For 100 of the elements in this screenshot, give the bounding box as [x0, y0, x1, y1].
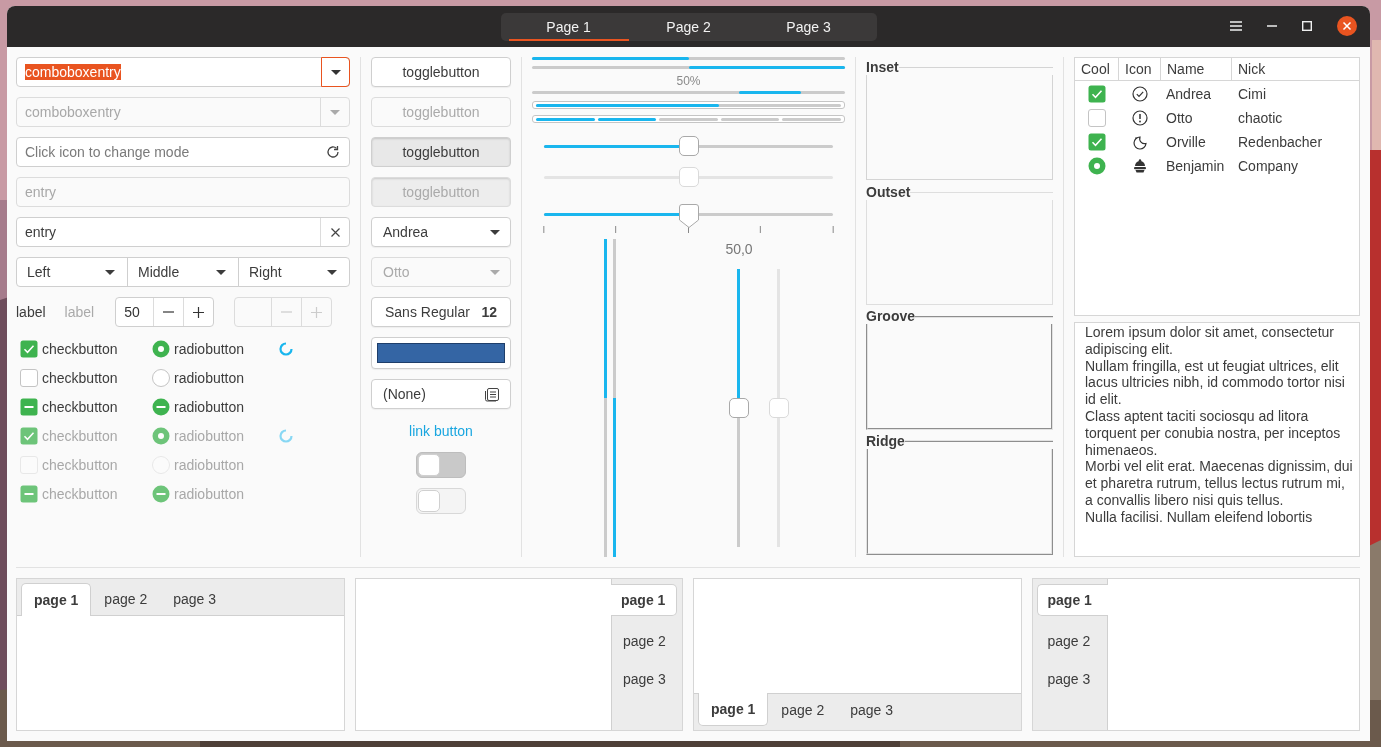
tab[interactable]: page 3 [837, 694, 906, 726]
tab[interactable]: page 1 [698, 693, 769, 726]
text-entry[interactable]: entry [16, 217, 350, 247]
checkbox[interactable] [1088, 85, 1106, 103]
slider[interactable] [544, 136, 833, 156]
minus-icon [162, 311, 174, 313]
font-button[interactable]: Sans Regular 12 [371, 297, 511, 327]
dropdown[interactable]: Middle [127, 257, 239, 287]
tab[interactable]: page 2 [1036, 622, 1107, 660]
tab[interactable]: page 3 [612, 660, 677, 698]
table-cell-text: Orville [1165, 134, 1207, 150]
radio-label: radiobutton [174, 340, 245, 357]
tab[interactable]: page 1 [21, 583, 92, 616]
slider-handle[interactable] [678, 136, 699, 156]
slider[interactable] [769, 268, 789, 547]
dome-icon [1132, 158, 1148, 174]
tab[interactable]: page 1 [611, 584, 677, 616]
radio-label: radiobutton [174, 369, 245, 386]
checkbox[interactable] [20, 368, 38, 387]
tab[interactable]: page 1 [1036, 584, 1108, 616]
radio-button[interactable] [1088, 157, 1106, 175]
tab[interactable]: page 2 [768, 694, 838, 726]
checkbox-label: checkbutton [42, 369, 118, 386]
radio-label: radiobutton [174, 485, 245, 502]
caret-icon [490, 269, 500, 275]
toggle-button[interactable]: togglebutton [371, 137, 511, 167]
column-header[interactable]: Name [1161, 58, 1232, 80]
menu-icon[interactable] [1230, 21, 1242, 31]
slider-handle[interactable] [729, 397, 749, 418]
tab[interactable]: page 3 [1036, 660, 1107, 698]
caret-icon [105, 269, 115, 275]
checkbox-label: checkbutton [42, 485, 118, 502]
caret-icon [490, 229, 500, 235]
refresh-icon[interactable] [326, 145, 340, 159]
dropdown[interactable]: Left [16, 257, 128, 287]
document-icon [484, 386, 500, 402]
close-button[interactable] [1337, 16, 1357, 36]
dropdown-button[interactable] [321, 57, 350, 87]
toggle-switch[interactable] [416, 452, 466, 478]
label: label [64, 304, 95, 320]
column-header[interactable]: Icon [1119, 58, 1161, 80]
table-cell-text: Cimi [1237, 86, 1267, 102]
table-cell-text: Otto [1165, 110, 1194, 126]
column-header[interactable]: Nick [1232, 58, 1359, 80]
text-entry[interactable]: Click icon to change mode [16, 137, 350, 167]
checkbox[interactable] [1088, 133, 1106, 151]
slider-handle[interactable] [678, 203, 699, 228]
table-cell-text: Andrea [1165, 86, 1213, 102]
frame-label: Inset [866, 59, 899, 75]
close-icon [330, 227, 340, 237]
tab[interactable]: page 2 [612, 622, 677, 660]
tab[interactable]: page 3 [160, 583, 229, 615]
frame-label: Outset [866, 183, 911, 200]
plus-icon [192, 306, 204, 318]
exclamation-circle-icon [1132, 110, 1148, 126]
paragraph: Lorem ipsum dolor sit amet, consectetur adipiscing elit. [1085, 324, 1335, 358]
radio-label: radiobutton [174, 427, 245, 444]
caret-icon [216, 269, 226, 275]
table-cell-text: Benjamin [1165, 158, 1226, 174]
checkbox-label: checkbutton [42, 398, 118, 415]
color-button[interactable] [371, 337, 511, 369]
frame-label: Ridge [866, 432, 905, 449]
radio-button[interactable] [152, 397, 170, 416]
checkbox[interactable] [1088, 109, 1106, 127]
checkbox-label: checkbutton [42, 340, 118, 357]
radio-button[interactable] [152, 339, 170, 358]
table-cell-text: Company [1237, 158, 1299, 174]
caret-icon [330, 109, 340, 115]
tab[interactable]: page 2 [91, 583, 161, 615]
toggle-button[interactable]: togglebutton [371, 57, 511, 87]
column-header[interactable]: Cool [1075, 58, 1119, 80]
radio-label: radiobutton [174, 456, 245, 473]
label: label [16, 304, 46, 320]
slider[interactable] [544, 203, 833, 226]
page-tab[interactable]: Page 2 [628, 12, 749, 41]
checkbox[interactable] [20, 397, 38, 416]
spin-button[interactable]: 50 [115, 297, 214, 327]
caret-icon [330, 69, 341, 75]
slider[interactable] [729, 268, 749, 547]
page-tab[interactable]: Page 3 [748, 12, 869, 41]
radio-button[interactable] [152, 368, 170, 387]
file-button[interactable]: (None) [371, 379, 511, 409]
dropdown[interactable]: Right [238, 257, 350, 287]
caret-icon [327, 269, 337, 275]
paragraph: Morbi vel elit erat. Maecenas dignissim, dui et pharetra rutrum, tellus lectus rutrum mi, a convallis libero nisi quis tellus. [1085, 458, 1353, 509]
maximize-icon[interactable] [1302, 21, 1312, 31]
checkbox-label: checkbutton [42, 456, 118, 473]
table-cell-text: Redenbacher [1237, 134, 1324, 150]
text-area[interactable] [1074, 322, 1360, 557]
page-tab[interactable]: Page 1 [508, 12, 629, 41]
radio-label: radiobutton [174, 398, 245, 415]
checkbox[interactable] [20, 339, 38, 358]
plus-icon [311, 306, 322, 318]
dropdown[interactable]: Andrea [371, 217, 511, 247]
paragraph: Class aptent taciti sociosqu ad litora torquent per conubia nostra, per inceptos himenaeos. [1085, 408, 1342, 459]
check-circle-icon [1132, 86, 1148, 102]
combo-entry[interactable]: comboboxentry [16, 57, 350, 87]
paragraph: Nulla facilisi. Nullam eleifend lobortis [1085, 508, 1314, 526]
slider-value: 50,0 [725, 239, 753, 259]
paragraph: Nullam fringilla, est ut feugiat ultrices, elit lacus ultricies nibh, id commodo tortor nisi id elit. [1085, 357, 1346, 408]
